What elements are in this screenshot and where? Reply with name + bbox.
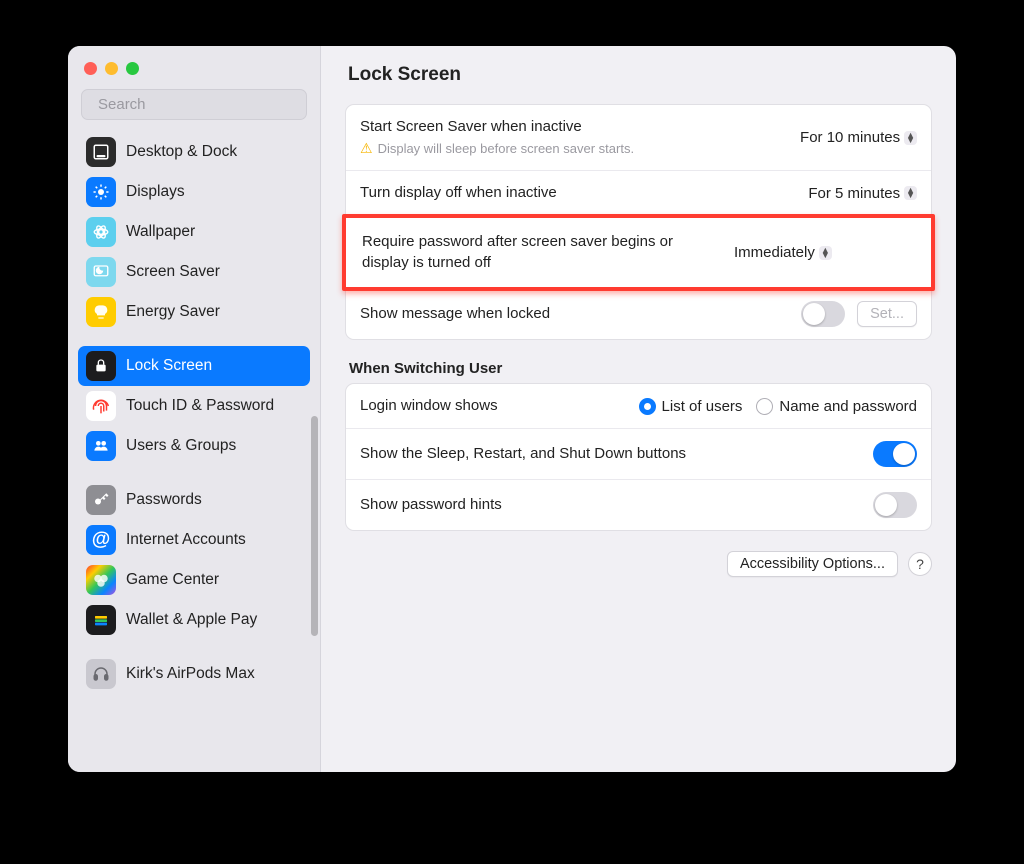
row-display-off: Turn display off when inactive For 5 min…	[346, 171, 931, 216]
energy-saver-icon	[86, 297, 116, 327]
sidebar-item-wallpaper[interactable]: Wallpaper	[78, 212, 310, 252]
window-controls	[84, 62, 310, 75]
sidebar-item-label: Desktop & Dock	[126, 143, 302, 161]
sidebar-item-label: Touch ID & Password	[126, 397, 302, 415]
sidebar-item-label: Lock Screen	[126, 357, 302, 375]
game-center-icon	[86, 565, 116, 595]
sidebar-item-screen-saver[interactable]: Screen Saver	[78, 252, 310, 292]
sidebar-item-label: Energy Saver	[126, 303, 302, 321]
sidebar-item-desktop-dock[interactable]: Desktop & Dock	[78, 132, 310, 172]
sidebar-item-passwords[interactable]: Passwords	[78, 480, 310, 520]
sidebar-item-lock-screen[interactable]: Lock Screen	[78, 346, 310, 386]
wallpaper-icon	[86, 217, 116, 247]
sidebar-item-label: Internet Accounts	[126, 531, 302, 549]
sidebar-item-wallet-apple-pay[interactable]: Wallet & Apple Pay	[78, 600, 310, 640]
row-login-window-shows: Login window shows List of users Name an…	[346, 384, 931, 429]
show-password-hints-toggle[interactable]	[873, 492, 917, 518]
row-show-password-hints: Show password hints	[346, 480, 931, 530]
setting-label: Login window shows	[360, 396, 515, 416]
sidebar-item-label: Wallet & Apple Pay	[126, 611, 302, 629]
sidebar-item-touch-id[interactable]: Touch ID & Password	[78, 386, 310, 426]
system-settings-window: Desktop & Dock Displays Wallpaper	[68, 46, 956, 772]
sidebar-item-label: Kirk's AirPods Max	[126, 665, 302, 683]
search-field[interactable]	[81, 89, 307, 120]
setting-warning: ⚠ Display will sleep before screen saver…	[360, 139, 788, 158]
row-screensaver-inactive: Start Screen Saver when inactive ⚠ Displ…	[346, 105, 931, 171]
radio-name-password[interactable]: Name and password	[756, 398, 917, 415]
display-off-duration-popup[interactable]: For 5 minutes ▲▼	[808, 185, 917, 202]
sidebar-item-label: Passwords	[126, 491, 302, 509]
highlighted-setting: Require password after screen saver begi…	[342, 214, 935, 291]
login-window-radio-group: List of users Name and password	[527, 398, 917, 415]
sidebar-item-label: Screen Saver	[126, 263, 302, 281]
wallet-icon	[86, 605, 116, 635]
sidebar-item-game-center[interactable]: Game Center	[78, 560, 310, 600]
accessibility-options-button[interactable]: Accessibility Options...	[727, 551, 898, 577]
sidebar-item-users-groups[interactable]: Users & Groups	[78, 426, 310, 466]
section-header-switching-user: When Switching User	[349, 360, 932, 377]
setting-label: Start Screen Saver when inactive	[360, 117, 788, 137]
sidebar-scrollbar[interactable]	[311, 416, 318, 636]
sidebar-nav: Desktop & Dock Displays Wallpaper	[78, 132, 310, 762]
row-show-message: Show message when locked Set...	[346, 289, 931, 339]
set-message-button[interactable]: Set...	[857, 301, 917, 327]
sidebar-item-label: Users & Groups	[126, 437, 302, 455]
lock-screen-icon	[86, 351, 116, 381]
displays-icon	[86, 177, 116, 207]
zoom-window-button[interactable]	[126, 62, 139, 75]
stepper-arrows-icon: ▲▼	[904, 131, 917, 145]
sidebar-item-label: Displays	[126, 183, 302, 201]
row-show-power-buttons: Show the Sleep, Restart, and Shut Down b…	[346, 429, 931, 480]
footer-actions: Accessibility Options... ?	[345, 551, 932, 577]
help-button[interactable]: ?	[908, 552, 932, 576]
headphones-icon	[86, 659, 116, 689]
row-require-password: Require password after screen saver begi…	[346, 218, 931, 287]
switching-user-card: Login window shows List of users Name an…	[345, 383, 932, 531]
desktop-dock-icon	[86, 137, 116, 167]
sidebar-item-airpods-max[interactable]: Kirk's AirPods Max	[78, 654, 310, 694]
radio-list-of-users[interactable]: List of users	[639, 398, 743, 415]
close-window-button[interactable]	[84, 62, 97, 75]
sidebar-item-label: Game Center	[126, 571, 302, 589]
internet-accounts-icon: @	[86, 525, 116, 555]
screen-saver-icon	[86, 257, 116, 287]
warning-icon: ⚠	[360, 139, 373, 158]
search-input[interactable]	[98, 96, 297, 113]
passwords-icon	[86, 485, 116, 515]
setting-label: Show message when locked	[360, 304, 789, 324]
show-power-buttons-toggle[interactable]	[873, 441, 917, 467]
require-password-delay-popup[interactable]: Immediately ▲▼	[734, 244, 832, 261]
radio-indicator-icon	[756, 398, 773, 415]
sidebar-item-displays[interactable]: Displays	[78, 172, 310, 212]
setting-label: Require password after screen saver begi…	[362, 232, 722, 273]
page-title: Lock Screen	[345, 64, 932, 86]
setting-label: Turn display off when inactive	[360, 183, 796, 203]
stepper-arrows-icon: ▲▼	[819, 246, 832, 260]
lock-screen-settings-card: Start Screen Saver when inactive ⚠ Displ…	[345, 104, 932, 340]
content-pane: Lock Screen Start Screen Saver when inac…	[321, 46, 956, 772]
sidebar-item-internet-accounts[interactable]: @ Internet Accounts	[78, 520, 310, 560]
setting-label: Show the Sleep, Restart, and Shut Down b…	[360, 444, 861, 464]
screensaver-duration-popup[interactable]: For 10 minutes ▲▼	[800, 129, 917, 146]
sidebar-item-label: Wallpaper	[126, 223, 302, 241]
sidebar-item-energy-saver[interactable]: Energy Saver	[78, 292, 310, 332]
sidebar: Desktop & Dock Displays Wallpaper	[68, 46, 321, 772]
stepper-arrows-icon: ▲▼	[904, 186, 917, 200]
touch-id-icon	[86, 391, 116, 421]
radio-indicator-icon	[639, 398, 656, 415]
show-message-toggle[interactable]	[801, 301, 845, 327]
setting-label: Show password hints	[360, 495, 861, 515]
minimize-window-button[interactable]	[105, 62, 118, 75]
users-groups-icon	[86, 431, 116, 461]
